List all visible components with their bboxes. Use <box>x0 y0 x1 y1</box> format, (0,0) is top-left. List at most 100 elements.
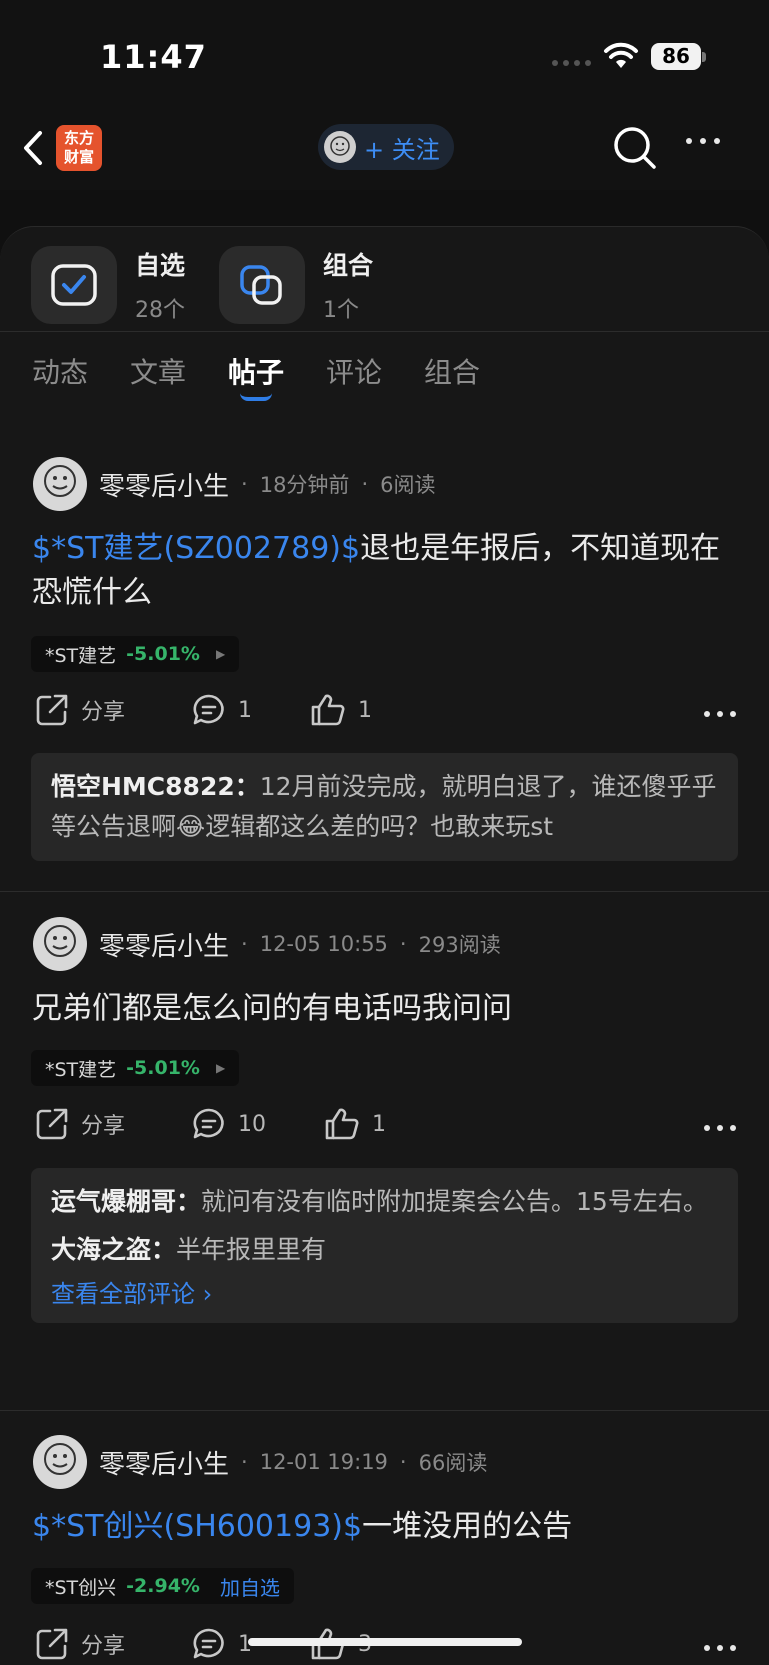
comment-text: 半年报里里有 <box>176 1235 327 1264</box>
wifi-icon <box>604 42 638 68</box>
author-name[interactable]: 零零后小生 <box>99 466 229 503</box>
watchlist-icon <box>31 246 117 324</box>
comment-button[interactable]: 1 <box>192 693 252 727</box>
tab-portfolio[interactable]: 组合 <box>424 351 480 391</box>
more-icon[interactable] <box>704 1645 736 1651</box>
status-time: 11:47 <box>100 38 207 76</box>
search-icon[interactable] <box>612 125 658 171</box>
comment-preview[interactable]: 悟空HMC8822：12月前没完成，就明白退了，谁还傻乎乎等公告退啊😂逻辑都这么… <box>31 753 738 861</box>
view-all-comments-link[interactable]: 查看全部评论 › <box>51 1274 718 1309</box>
more-icon[interactable] <box>686 138 720 144</box>
comment-icon <box>193 1108 224 1139</box>
tab-active-indicator <box>240 393 272 401</box>
tab-posts[interactable]: 帖子 <box>228 351 284 391</box>
portfolio-title: 组合 <box>323 251 374 280</box>
share-label: 分享 <box>81 1634 126 1659</box>
post-body[interactable]: $*ST创兴(SH600193)$一堆没用的公告 <box>32 1505 732 1549</box>
commenter-name[interactable]: 悟空HMC8822： <box>51 772 260 801</box>
author-name[interactable]: 零零后小生 <box>99 1444 229 1481</box>
comment-item: 大海之盗：半年报里里有 <box>51 1230 718 1270</box>
status-bar: 11:47 86 <box>0 0 769 110</box>
tab-comments[interactable]: 评论 <box>326 351 382 391</box>
battery-tip <box>702 52 706 62</box>
post-card[interactable]: 零零后小生 · 18分钟前 · 6阅读 $*ST建艺(SZ002789)$退也是… <box>0 457 769 861</box>
portfolio-shortcut[interactable]: 组合 1个 <box>219 246 373 324</box>
add-watchlist-button[interactable]: 加自选 <box>220 1572 280 1601</box>
portfolio-icon <box>219 246 305 324</box>
stock-change: -5.01% <box>126 1057 200 1079</box>
share-label: 分享 <box>81 700 126 725</box>
stock-change: -2.94% <box>126 1575 200 1597</box>
like-icon <box>311 694 345 726</box>
post-text: 兄弟们都是怎么问的有电话吗我问问 <box>32 991 512 1026</box>
comment-icon <box>193 1628 224 1659</box>
share-label: 分享 <box>81 1114 126 1139</box>
post-text: 一堆没用的公告 <box>362 1509 573 1544</box>
post-divider <box>0 891 769 892</box>
post-header: 零零后小生 · 18分钟前 · 6阅读 <box>33 457 436 511</box>
avatar[interactable] <box>33 1435 87 1489</box>
stock-chip[interactable]: *ST建艺 -5.01% ▶ <box>31 636 240 672</box>
comment-item: 运气爆棚哥：就问有没有临时附加提案会公告。15号左右。 <box>51 1182 718 1222</box>
app-logo[interactable]: 东方 财富 <box>56 125 102 171</box>
back-icon[interactable] <box>18 128 48 168</box>
like-button[interactable]: 1 <box>324 1107 386 1141</box>
like-icon <box>325 1108 359 1140</box>
post-actions: 分享 10 1 <box>0 1107 769 1151</box>
comment-item: 悟空HMC8822：12月前没完成，就明白退了，谁还傻乎乎等公告退啊😂逻辑都这么… <box>51 767 718 847</box>
signal-icon <box>552 60 591 66</box>
comment-count: 1 <box>238 697 252 723</box>
author-name[interactable]: 零零后小生 <box>99 926 229 963</box>
follow-button[interactable]: + 关注 <box>318 124 454 170</box>
comment-button[interactable]: 10 <box>192 1107 266 1141</box>
post-body[interactable]: $*ST建艺(SZ002789)$退也是年报后，不知道现在恐慌什么 <box>32 527 732 615</box>
avatar <box>324 131 356 163</box>
battery-indicator: 86 <box>651 43 701 70</box>
comment-preview[interactable]: 运气爆棚哥：就问有没有临时附加提案会公告。15号左右。 大海之盗：半年报里里有 … <box>31 1168 738 1323</box>
follow-label: + 关注 <box>364 135 440 164</box>
stock-link[interactable]: $*ST创兴(SH600193)$ <box>32 1509 362 1544</box>
more-icon[interactable] <box>704 711 736 717</box>
post-header: 零零后小生 · 12-01 19:19 · 66阅读 <box>33 1435 487 1489</box>
chevron-right-icon: ▶ <box>215 1061 226 1075</box>
share-button[interactable]: 分享 <box>35 1107 125 1141</box>
commenter-name[interactable]: 运气爆棚哥： <box>51 1187 201 1216</box>
like-count: 1 <box>358 697 372 723</box>
share-icon <box>36 1108 68 1140</box>
read-count: 293阅读 <box>418 933 501 957</box>
avatar[interactable] <box>33 457 87 511</box>
watchlist-title: 自选 <box>135 251 186 280</box>
post-header: 零零后小生 · 12-05 10:55 · 293阅读 <box>33 917 501 971</box>
post-body[interactable]: 兄弟们都是怎么问的有电话吗我问问 <box>32 987 732 1031</box>
nav-bar: 东方 财富 + 关注 <box>0 110 769 190</box>
post-card[interactable]: 零零后小生 · 12-05 10:55 · 293阅读 兄弟们都是怎么问的有电话… <box>0 917 769 1337</box>
commenter-name[interactable]: 大海之盗： <box>51 1235 176 1264</box>
share-button[interactable]: 分享 <box>35 1627 125 1661</box>
like-count: 1 <box>372 1111 386 1137</box>
home-indicator[interactable] <box>248 1638 522 1646</box>
post-actions: 分享 1 1 <box>0 693 769 737</box>
share-button[interactable]: 分享 <box>35 693 125 727</box>
stock-name: *ST建艺 <box>45 1058 117 1081</box>
read-count: 66阅读 <box>418 1451 488 1475</box>
post-card[interactable]: 零零后小生 · 12-01 19:19 · 66阅读 $*ST创兴(SH6001… <box>0 1435 769 1665</box>
read-count: 6阅读 <box>380 473 436 497</box>
avatar[interactable] <box>33 917 87 971</box>
tab-activity[interactable]: 动态 <box>32 351 88 391</box>
more-icon[interactable] <box>704 1125 736 1131</box>
stock-chip[interactable]: *ST创兴 -2.94% 加自选 <box>31 1568 294 1604</box>
post-time: 12-05 10:55 <box>259 932 388 956</box>
comment-icon <box>193 694 224 725</box>
share-icon <box>36 694 68 726</box>
like-button[interactable]: 1 <box>310 693 372 727</box>
profile-sheet: 自选 28个 组合 1个 动态 文章 帖子 评论 组合 零零后小生 · 18分钟… <box>0 226 769 1665</box>
tab-articles[interactable]: 文章 <box>130 351 186 391</box>
stock-link[interactable]: $*ST建艺(SZ002789)$ <box>32 531 360 566</box>
post-time: 18分钟前 <box>259 473 350 497</box>
stock-name: *ST创兴 <box>45 1576 117 1599</box>
watchlist-shortcut[interactable]: 自选 28个 <box>31 246 185 324</box>
comment-button[interactable]: 1 <box>192 1627 252 1661</box>
stock-name: *ST建艺 <box>45 644 117 667</box>
logo-line2: 财富 <box>63 148 94 166</box>
stock-chip[interactable]: *ST建艺 -5.01% ▶ <box>31 1050 240 1086</box>
